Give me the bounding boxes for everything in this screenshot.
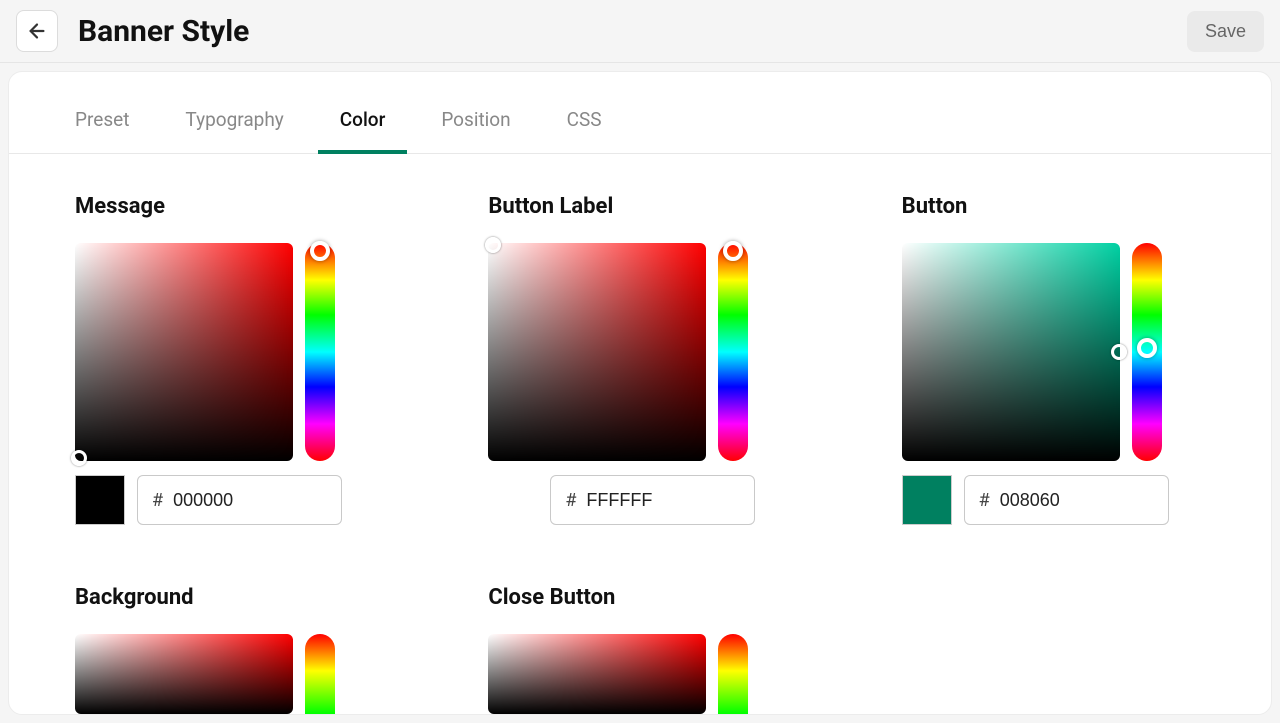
- hex-input[interactable]: [586, 490, 740, 511]
- arrow-left-icon: [26, 20, 48, 42]
- hex-input[interactable]: [173, 490, 327, 511]
- swatch-row: #: [902, 475, 1205, 525]
- section-title-close-button: Close Button: [488, 585, 791, 610]
- tab-color[interactable]: Color: [340, 72, 386, 153]
- save-button[interactable]: Save: [1187, 11, 1264, 52]
- picker-row: [902, 243, 1205, 461]
- picker-row: [75, 634, 378, 714]
- saturation-cursor[interactable]: [485, 237, 501, 253]
- tabs: Preset Typography Color Position CSS: [9, 72, 1271, 154]
- swatch-row: #: [488, 475, 791, 525]
- hash-label: #: [565, 490, 576, 511]
- hue-slider[interactable]: [305, 243, 335, 461]
- hue-slider[interactable]: [305, 634, 335, 714]
- section-title-background: Background: [75, 585, 378, 610]
- picker-row: [75, 243, 378, 461]
- hue-cursor[interactable]: [723, 241, 743, 261]
- section-title-message: Message: [75, 194, 378, 219]
- tab-css[interactable]: CSS: [567, 72, 602, 153]
- hex-input-wrap[interactable]: #: [964, 475, 1169, 525]
- hex-input-wrap[interactable]: #: [550, 475, 755, 525]
- tab-typography[interactable]: Typography: [185, 72, 283, 153]
- color-swatch: [902, 475, 952, 525]
- header-left: Banner Style: [16, 10, 249, 52]
- hue-cursor[interactable]: [1137, 338, 1157, 358]
- hue-cursor[interactable]: [310, 241, 330, 261]
- section-message: Message #: [75, 194, 378, 525]
- page-title: Banner Style: [78, 14, 249, 49]
- hex-input-wrap[interactable]: #: [137, 475, 342, 525]
- section-title-button: Button: [902, 194, 1205, 219]
- saturation-canvas[interactable]: [488, 243, 706, 461]
- section-button: Button #: [902, 194, 1205, 525]
- saturation-canvas[interactable]: [75, 243, 293, 461]
- saturation-cursor[interactable]: [1111, 344, 1127, 360]
- hash-label: #: [979, 490, 990, 511]
- hue-slider[interactable]: [1132, 243, 1162, 461]
- swatch-row: #: [75, 475, 378, 525]
- saturation-canvas[interactable]: [488, 634, 706, 714]
- back-button[interactable]: [16, 10, 58, 52]
- saturation-cursor[interactable]: [71, 450, 87, 466]
- saturation-canvas[interactable]: [75, 634, 293, 714]
- section-background: Background: [75, 585, 378, 714]
- picker-row: [488, 634, 791, 714]
- picker-row: [488, 243, 791, 461]
- hex-input[interactable]: [1000, 490, 1154, 511]
- main-card: Preset Typography Color Position CSS Mes…: [8, 71, 1272, 715]
- section-button-label: Button Label #: [488, 194, 791, 525]
- saturation-canvas[interactable]: [902, 243, 1120, 461]
- section-title-button-label: Button Label: [488, 194, 791, 219]
- header: Banner Style Save: [0, 0, 1280, 63]
- hue-slider[interactable]: [718, 634, 748, 714]
- hash-label: #: [152, 490, 163, 511]
- color-swatch: [75, 475, 125, 525]
- tab-position[interactable]: Position: [441, 72, 510, 153]
- tab-preset[interactable]: Preset: [75, 72, 129, 153]
- content: Message #: [9, 154, 1271, 714]
- section-close-button: Close Button: [488, 585, 791, 714]
- color-grid: Message #: [75, 194, 1205, 714]
- hue-slider[interactable]: [718, 243, 748, 461]
